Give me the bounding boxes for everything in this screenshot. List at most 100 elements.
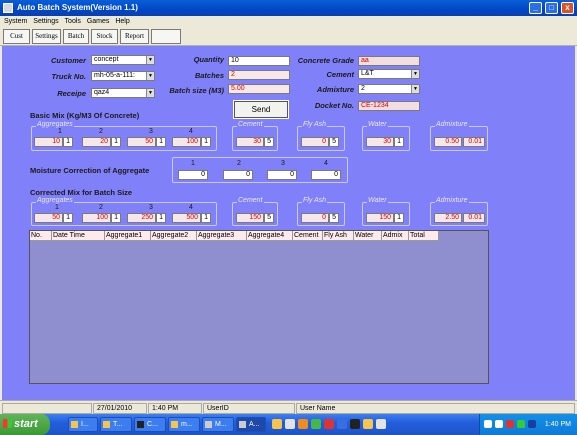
folder-icon [71,421,78,428]
column-header-flyash[interactable]: Fly Ash [323,231,354,241]
tray-app-icon[interactable] [517,420,525,428]
moisture-1-input[interactable]: 0 [178,170,208,180]
blank-button[interactable] [151,29,181,44]
main-panel: Customer concept ▼ Truck No. mh-05-a-111… [2,46,575,400]
corrected-cement-group: Cement 150 5 [232,197,278,226]
basic-cement-value: 30 [236,137,264,147]
quicklaunch-icon[interactable] [337,419,347,429]
quicklaunch-icon[interactable] [285,419,295,429]
quicklaunch-icon[interactable] [298,419,308,429]
basic-mix-title: Basic Mix (Kg/M3 Of Concrete) [30,111,140,120]
basic-admixture-sub: 0.01 [463,137,485,147]
cement-label: Cement [326,70,354,79]
chevron-down-icon[interactable]: ▼ [146,89,154,97]
corrected-aggregate-3-value: 250 [127,213,156,223]
minimize-button[interactable]: _ [529,2,542,14]
admixture-group-label: Admixture [435,197,469,204]
receipe-select[interactable]: qaz4 ▼ [91,88,155,98]
truck-select[interactable]: mh-05-a-111: ▼ [91,71,155,81]
quantity-input[interactable]: 10 [228,56,290,66]
column-header-datetime[interactable]: Date Time [52,231,105,241]
network-icon[interactable] [484,420,492,428]
quicklaunch-icon[interactable] [376,419,386,429]
menu-help[interactable]: Help [115,18,129,25]
quicklaunch-icon[interactable] [311,419,321,429]
task-button-3[interactable]: C... [134,417,166,432]
task-label: M... [215,421,227,428]
truck-value: mh-05-a-111: [94,72,135,79]
column-header-total[interactable]: Total [409,231,439,241]
start-button[interactable]: start [0,414,50,435]
quicklaunch-icon[interactable] [272,419,282,429]
column-header-cement[interactable]: Cement [293,231,323,241]
batch-grid[interactable]: No. Date Time Aggregate1 Aggregate2 Aggr… [29,230,489,384]
column-header-aggregate3[interactable]: Aggregate3 [197,231,247,241]
column-header-aggregate2[interactable]: Aggregate2 [151,231,197,241]
batch-button[interactable]: Batch [63,29,89,44]
maximize-button[interactable]: □ [545,2,558,14]
column-header-water[interactable]: Water [354,231,382,241]
water-group-label: Water [367,197,388,204]
menu-games[interactable]: Games [87,18,110,25]
corrected-water-group: Water 150 1 [362,197,410,226]
admixture-group-label: Admixture [435,121,469,128]
task-button-1[interactable]: I... [68,417,98,432]
corrected-aggregate-2-value: 100 [82,213,111,223]
quicklaunch-icon[interactable] [363,419,373,429]
aggregates-label: Aggregates [36,121,74,128]
aggregate-index: 2 [99,204,103,211]
cust-button[interactable]: Cust [3,29,30,44]
quicklaunch-icon[interactable] [324,419,334,429]
column-header-no[interactable]: No. [30,231,52,241]
report-button[interactable]: Report [120,29,149,44]
admixture-value: 2 [361,85,365,92]
corrected-flyash-group: Fly Ash 0 5 [297,197,345,226]
column-header-aggregate4[interactable]: Aggregate4 [247,231,293,241]
concrete-grade-value: aa [358,56,420,66]
volume-icon[interactable] [495,420,503,428]
menu-system[interactable]: System [4,18,27,25]
aggregate-index: 4 [189,204,193,211]
moisture-index: 1 [191,160,195,167]
title-bar: Auto Batch System(Version 1.1) _ □ x [0,0,577,16]
chevron-down-icon[interactable]: ▼ [411,85,419,93]
column-header-aggregate1[interactable]: Aggregate1 [105,231,151,241]
cement-group-label: Cement [237,197,264,204]
corrected-aggregate-4-sub: 1 [201,213,211,223]
chevron-down-icon[interactable]: ▼ [146,72,154,80]
customer-select[interactable]: concept ▼ [91,55,155,65]
chevron-down-icon[interactable]: ▼ [146,56,154,64]
task-button-5[interactable]: M... [202,417,234,432]
basic-aggregates-group: Aggregates 1 2 3 4 10 1 20 1 50 1 100 1 [31,121,217,151]
status-bar: 27/01/2010 1:40 PM UserID User Name [0,400,577,414]
task-button-2[interactable]: T... [100,417,132,432]
task-label: m... [181,421,193,428]
task-button-6[interactable]: A... [236,417,266,432]
task-button-4[interactable]: m... [168,417,200,432]
admixture-select[interactable]: 2 ▼ [358,84,420,94]
tray-clock: 1:40 PM [544,421,571,428]
close-button[interactable]: x [561,2,574,14]
send-button[interactable]: Send [233,100,289,119]
aggregates-label: Aggregates [36,197,74,204]
menu-settings[interactable]: Settings [33,18,58,25]
column-header-admix[interactable]: Admix [382,231,409,241]
cement-select[interactable]: L&T ▼ [358,69,420,79]
moisture-4-input[interactable]: 0 [311,170,341,180]
quicklaunch-icon[interactable] [350,419,360,429]
security-icon[interactable] [506,420,514,428]
moisture-3-input[interactable]: 0 [267,170,297,180]
aggregate-3-sub: 1 [156,137,166,147]
corrected-water-value: 150 [366,213,394,223]
aggregate-2-sub: 1 [111,137,121,147]
menu-tools[interactable]: Tools [65,18,81,25]
chevron-down-icon[interactable]: ▼ [411,70,419,78]
flyash-group-label: Fly Ash [302,197,328,204]
stock-button[interactable]: Stock [91,29,118,44]
moisture-index: 4 [324,160,328,167]
settings-button[interactable]: Settings [32,29,61,44]
tray-app-icon[interactable] [528,420,536,428]
aggregate-index: 4 [189,128,193,135]
batches-value: 2 [228,70,290,80]
moisture-2-input[interactable]: 0 [223,170,253,180]
